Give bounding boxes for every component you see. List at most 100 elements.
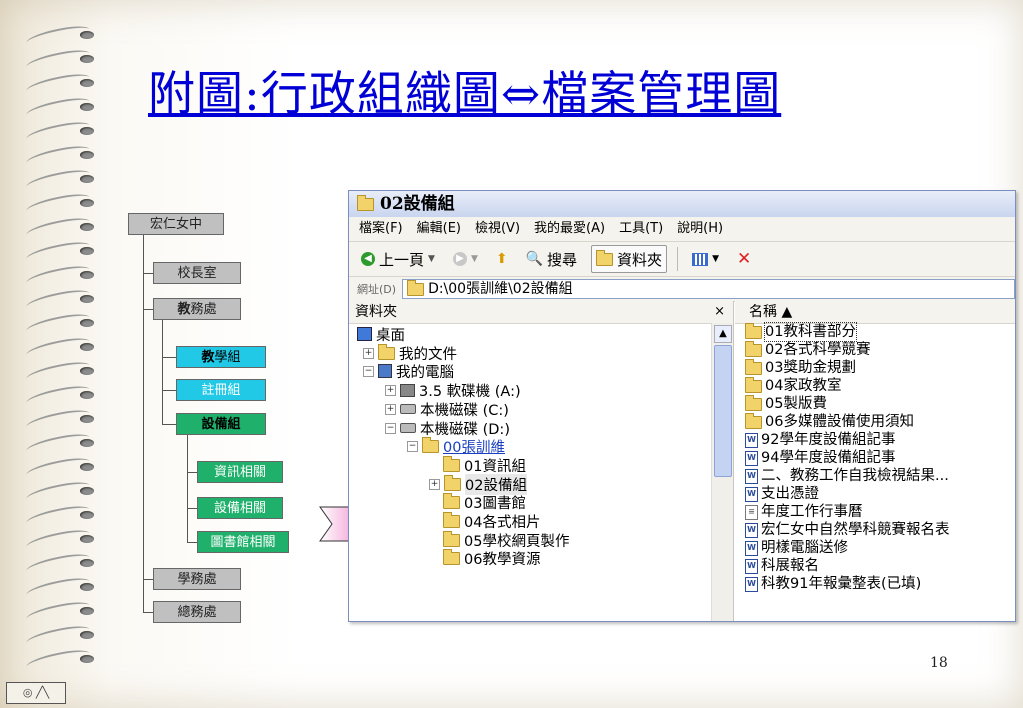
list-item[interactable]: 03獎助金規劃 (745, 358, 950, 377)
scroll-up-icon[interactable]: ▲ (714, 325, 732, 343)
binder-ring-icon (14, 358, 100, 386)
delete-button[interactable]: ✕ (733, 246, 755, 272)
tree-node-drive-c[interactable]: + 本機磁碟 (C:) (385, 400, 509, 419)
org-academic-rest: 務處 (190, 302, 217, 317)
list-item[interactable]: 06多媒體設備使用須知 (745, 412, 950, 431)
back-button[interactable]: ◀ 上一頁 ▼ (357, 246, 439, 272)
list-item[interactable]: W 明樣電腦送修 (745, 539, 950, 557)
list-item[interactable]: ≡ 年度工作行事曆 (745, 503, 950, 521)
list-item[interactable]: W 二、教務工作自我檢視結果... (745, 467, 950, 485)
org-connector (143, 612, 153, 613)
menu-bar: 檔案(F) 編輯(E) 檢視(V) 我的最愛(A) 工具(T) 說明(H) (349, 217, 1015, 242)
tree-node-webpage[interactable]: 05學校網頁製作 (443, 530, 569, 550)
slide-nav-control[interactable]: ◎ ╱╲ (6, 682, 66, 704)
address-input[interactable]: D:\00張訓維\02設備組 (402, 279, 1015, 299)
expand-plus-icon[interactable]: + (429, 478, 440, 490)
list-item[interactable]: W 宏仁女中自然學科競賽報名表 (745, 521, 950, 539)
file-name: 02各式科學競賽 (765, 342, 871, 358)
ring-hole (80, 511, 94, 519)
list-item[interactable]: W 科教91年報彙整表(已填) (745, 575, 950, 593)
ring-hole (80, 127, 94, 135)
folder-icon (745, 322, 762, 339)
menu-favorites[interactable]: 我的最愛(A) (534, 217, 605, 241)
list-item[interactable]: 05製版費 (745, 394, 950, 413)
tree-node-zhang[interactable]: − 00張訓維 (407, 436, 505, 456)
expand-plus-icon[interactable]: + (385, 384, 396, 396)
views-dropdown-icon: ▼ (712, 254, 719, 264)
list-item[interactable]: 04家政教室 (745, 376, 950, 395)
tree-node-library[interactable]: 03圖書館 (443, 492, 526, 512)
ring-hole (80, 631, 94, 639)
file-name: 05製版費 (765, 396, 827, 412)
tree-node-floppy[interactable]: + 3.5 軟碟機 (A:) (385, 381, 521, 400)
ring-hole (80, 199, 94, 207)
expand-plus-icon[interactable]: + (363, 347, 374, 359)
org-connector (162, 424, 176, 425)
org-principal: 校長室 (153, 262, 241, 284)
forward-dropdown-icon[interactable]: ▼ (471, 254, 478, 264)
views-button[interactable]: ▼ (688, 246, 723, 272)
menu-help[interactable]: 說明(H) (677, 217, 723, 241)
folder-icon (444, 474, 461, 491)
up-folder-button[interactable]: ⬆ (492, 246, 512, 272)
folder-icon (357, 194, 374, 211)
ring-hole (80, 439, 94, 447)
list-item[interactable]: 02各式科學競賽 (745, 340, 950, 359)
org-connector (162, 390, 176, 391)
back-dropdown-icon[interactable]: ▼ (428, 254, 435, 264)
menu-file[interactable]: 檔案(F) (359, 217, 403, 241)
close-pane-icon[interactable]: × (714, 301, 725, 323)
org-connector (143, 309, 153, 310)
tree-node-my-computer[interactable]: − 我的電腦 (363, 362, 454, 381)
explorer-panes: 資料夾 × 桌面 + 我的文件 − 我的電腦 + 3.5 軟碟機 (A:) + … (349, 301, 1015, 621)
search-button[interactable]: 🔍 搜尋 (522, 246, 581, 272)
tree-node-info-group[interactable]: 01資訊組 (443, 455, 526, 475)
word-doc-icon: W (745, 468, 758, 484)
binder-ring-icon (14, 286, 100, 314)
word-doc-icon: W (745, 432, 758, 448)
views-icon (692, 252, 709, 266)
list-item[interactable]: W 支出憑證 (745, 485, 950, 503)
file-name: 04家政教室 (765, 378, 842, 394)
name-column-header[interactable]: 名稱 ▲ (735, 301, 1015, 324)
list-item[interactable]: W 92學年度設備組記事 (745, 431, 950, 449)
tree-node-my-documents[interactable]: + 我的文件 (363, 343, 457, 363)
folder-icon (745, 394, 762, 411)
binder-ring-icon (14, 526, 100, 554)
collapse-minus-icon[interactable]: − (363, 365, 374, 377)
ring-hole (80, 55, 94, 63)
folders-icon (596, 249, 614, 266)
word-doc-icon: W (745, 540, 758, 556)
list-item[interactable]: 01教科書部分 (745, 322, 950, 342)
menu-view[interactable]: 檢視(V) (475, 217, 520, 241)
tree-node-teaching-resources[interactable]: 06教學資源 (443, 548, 540, 568)
collapse-minus-icon[interactable]: − (407, 440, 418, 452)
menu-edit[interactable]: 編輯(E) (417, 217, 461, 241)
tree-node-drive-d[interactable]: − 本機磁碟 (D:) (385, 419, 510, 438)
forward-button[interactable]: ▶ ▼ (449, 246, 482, 272)
collapse-minus-icon[interactable]: − (385, 422, 396, 434)
binder-ring-icon (14, 550, 100, 578)
word-doc-icon: W (745, 450, 758, 466)
tree-scrollbar[interactable]: ▲ (711, 323, 733, 621)
floppy-icon (400, 383, 415, 397)
binder-ring-icon (14, 22, 100, 50)
list-item[interactable]: W 科展報名 (745, 557, 950, 575)
expand-plus-icon[interactable]: + (385, 403, 396, 415)
binder-ring-icon (14, 262, 100, 290)
tree-node-photos[interactable]: 04各式相片 (443, 511, 540, 531)
org-equipment-related: 設備相關 (197, 497, 283, 519)
delete-icon: ✕ (736, 249, 752, 269)
address-label: 網址(D) (357, 283, 397, 296)
menu-tools[interactable]: 工具(T) (619, 217, 663, 241)
folders-button[interactable]: 資料夾 (591, 245, 668, 273)
tree-node-desktop[interactable]: 桌面 (357, 325, 405, 344)
folder-tree-title: 資料夾 (355, 304, 397, 320)
scroll-thumb[interactable] (714, 345, 732, 477)
ring-hole (80, 415, 94, 423)
tree-node-equipment-group[interactable]: + 02設備組 (429, 473, 527, 495)
tree-label: 00張訓維 (443, 439, 505, 456)
folders-label: 資料夾 (617, 250, 663, 269)
list-item[interactable]: W 94學年度設備組記事 (745, 449, 950, 467)
ring-hole (80, 583, 94, 591)
